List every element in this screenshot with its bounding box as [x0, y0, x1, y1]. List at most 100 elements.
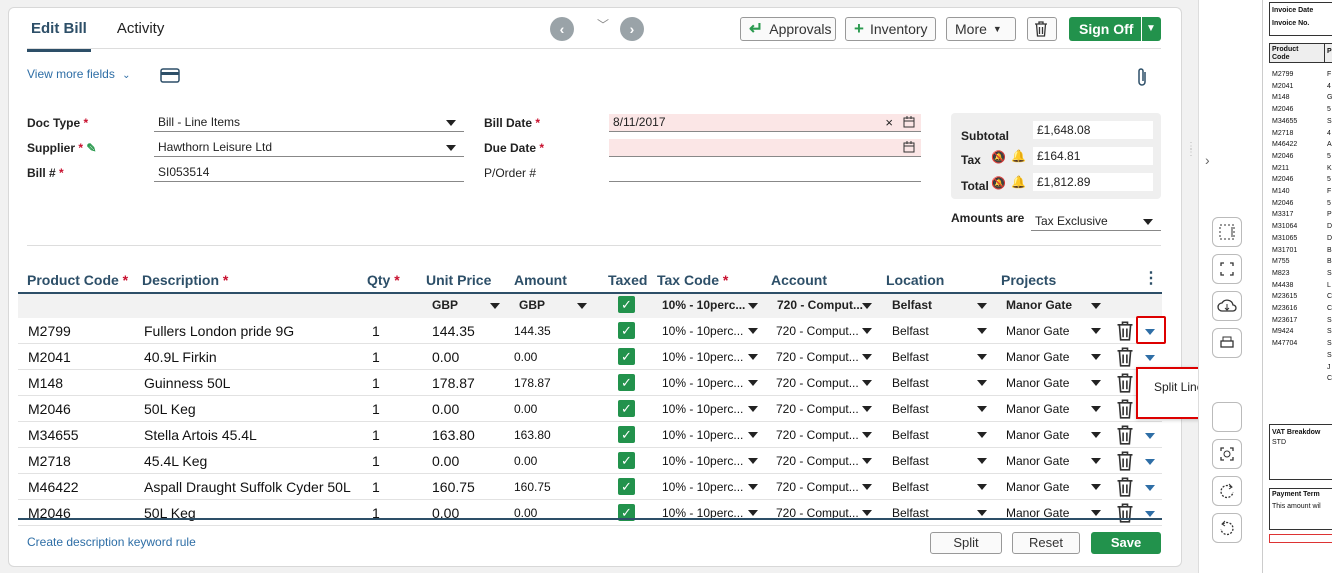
caret-down-icon[interactable]: [862, 484, 872, 490]
row-taxed-checkbox[interactable]: ✓: [618, 348, 635, 365]
calendar-icon[interactable]: [903, 141, 915, 153]
tab-activity[interactable]: Activity: [113, 18, 169, 52]
row-description[interactable]: Stella Artois 45.4L: [144, 427, 257, 443]
trash-icon[interactable]: [1116, 503, 1134, 523]
unit-price-currency[interactable]: GBP: [432, 298, 458, 312]
bell-off-icon[interactable]: 🔕: [991, 176, 1006, 190]
scan-text-icon[interactable]: [1212, 439, 1242, 469]
row-taxed-checkbox[interactable]: ✓: [618, 426, 635, 443]
caret-down-icon[interactable]: [748, 458, 758, 464]
print-icon[interactable]: [1212, 328, 1242, 358]
expand-panel-icon[interactable]: ›: [1205, 152, 1210, 168]
column-projects[interactable]: Projects: [1001, 272, 1056, 288]
bell-off-icon[interactable]: 🔕: [991, 150, 1006, 164]
table-row[interactable]: M34655 Stella Artois 45.4L 1 163.80 163.80 ✓ 1…: [18, 422, 1162, 448]
row-amount[interactable]: 144.35: [514, 324, 551, 338]
row-account[interactable]: 720 - Comput...: [776, 402, 859, 416]
caret-down-icon[interactable]: [977, 432, 987, 438]
save-button[interactable]: Save: [1091, 532, 1161, 554]
projects-default[interactable]: Manor Gate: [1006, 298, 1072, 312]
column-location[interactable]: Location: [886, 272, 944, 288]
caret-down-icon[interactable]: [977, 484, 987, 490]
trash-icon[interactable]: [1116, 347, 1134, 367]
tax-code-default[interactable]: 10% - 10perc...: [662, 298, 745, 312]
more-button[interactable]: More ▼: [946, 17, 1016, 41]
row-actions-dropdown-icon[interactable]: [1145, 485, 1155, 491]
caret-down-icon[interactable]: [1091, 484, 1101, 490]
row-qty[interactable]: 1: [372, 375, 380, 391]
tab-edit-bill[interactable]: Edit Bill: [27, 18, 91, 52]
table-row[interactable]: M2718 45.4L Keg 1 0.00 0.00 ✓ 10% - 10perc... 7…: [18, 448, 1162, 474]
caret-down-icon[interactable]: [748, 354, 758, 360]
column-qty[interactable]: Qty *: [367, 272, 400, 288]
caret-down-icon[interactable]: [977, 458, 987, 464]
calendar-icon[interactable]: [903, 116, 915, 128]
amount-currency[interactable]: GBP: [519, 298, 545, 312]
row-account[interactable]: 720 - Comput...: [776, 350, 859, 364]
caret-down-icon[interactable]: [977, 380, 987, 386]
row-amount[interactable]: 163.80: [514, 428, 551, 442]
row-project[interactable]: Manor Gate: [1006, 402, 1069, 416]
column-amount[interactable]: Amount: [514, 272, 567, 288]
caret-down-icon[interactable]: [977, 303, 987, 309]
caret-down-icon[interactable]: [977, 510, 987, 516]
trash-icon[interactable]: [1116, 451, 1134, 471]
row-tax-code[interactable]: 10% - 10perc...: [662, 480, 743, 494]
row-project[interactable]: Manor Gate: [1006, 350, 1069, 364]
row-tax-code[interactable]: 10% - 10perc...: [662, 324, 743, 338]
row-description[interactable]: 45.4L Keg: [144, 453, 207, 469]
row-location[interactable]: Belfast: [892, 428, 929, 442]
row-location[interactable]: Belfast: [892, 324, 929, 338]
caret-down-icon[interactable]: [1091, 510, 1101, 516]
caret-down-icon[interactable]: [748, 484, 758, 490]
trash-icon[interactable]: [1116, 399, 1134, 419]
row-location[interactable]: Belfast: [892, 350, 929, 364]
row-location[interactable]: Belfast: [892, 402, 929, 416]
caret-down-icon[interactable]: [862, 458, 872, 464]
row-product-code[interactable]: M2046: [28, 401, 71, 417]
row-unit-price[interactable]: 163.80: [432, 427, 475, 443]
row-project[interactable]: Manor Gate: [1006, 454, 1069, 468]
row-tax-code[interactable]: 10% - 10perc...: [662, 402, 743, 416]
doc-type-select[interactable]: Bill - Line Items: [154, 114, 464, 132]
inventory-button[interactable]: + Inventory: [845, 17, 936, 41]
caret-down-icon[interactable]: [1091, 432, 1101, 438]
column-product-code[interactable]: Product Code *: [27, 272, 128, 288]
porder-input[interactable]: [609, 164, 921, 182]
column-taxed[interactable]: Taxed: [608, 272, 647, 288]
credit-card-icon[interactable]: [160, 68, 180, 83]
row-location[interactable]: Belfast: [892, 480, 929, 494]
bell-alert-icon[interactable]: 🔔: [1011, 175, 1026, 189]
caret-down-icon[interactable]: [1091, 354, 1101, 360]
row-project[interactable]: Manor Gate: [1006, 480, 1069, 494]
trash-icon[interactable]: [1116, 321, 1134, 341]
trash-icon[interactable]: [1116, 425, 1134, 445]
row-actions-dropdown-icon[interactable]: [1145, 433, 1155, 439]
caret-down-icon[interactable]: [748, 328, 758, 334]
previous-bill-button[interactable]: ‹: [550, 17, 574, 41]
caret-down-icon[interactable]: [862, 354, 872, 360]
row-qty[interactable]: 1: [372, 453, 380, 469]
caret-down-icon[interactable]: [748, 510, 758, 516]
caret-down-icon[interactable]: [977, 354, 987, 360]
row-unit-price[interactable]: 0.00: [432, 349, 459, 365]
row-account[interactable]: 720 - Comput...: [776, 454, 859, 468]
delete-bill-button[interactable]: [1027, 17, 1057, 41]
row-actions-dropdown-icon[interactable]: [1145, 511, 1155, 517]
bell-alert-icon[interactable]: 🔔: [1011, 149, 1026, 163]
sign-off-button[interactable]: Sign Off ▼: [1069, 17, 1161, 41]
row-qty[interactable]: 1: [372, 349, 380, 365]
panel-resize-handle[interactable]: ⋮ ⋮: [1186, 142, 1196, 158]
rotate-clockwise-icon[interactable]: [1212, 476, 1242, 506]
bill-date-input[interactable]: 8/11/2017 ×: [609, 114, 921, 132]
row-project[interactable]: Manor Gate: [1006, 428, 1069, 442]
account-default[interactable]: 720 - Comput...: [777, 298, 863, 312]
column-options-icon[interactable]: ⋮: [1143, 268, 1159, 288]
pencil-icon[interactable]: ✎: [86, 141, 96, 155]
row-product-code[interactable]: M34655: [28, 427, 79, 443]
caret-down-icon[interactable]: [862, 406, 872, 412]
approvals-button[interactable]: ↵ Approvals: [740, 17, 836, 41]
row-product-code[interactable]: M2718: [28, 453, 71, 469]
bill-number-input[interactable]: SI053514: [154, 164, 464, 182]
row-description[interactable]: 40.9L Firkin: [144, 349, 217, 365]
